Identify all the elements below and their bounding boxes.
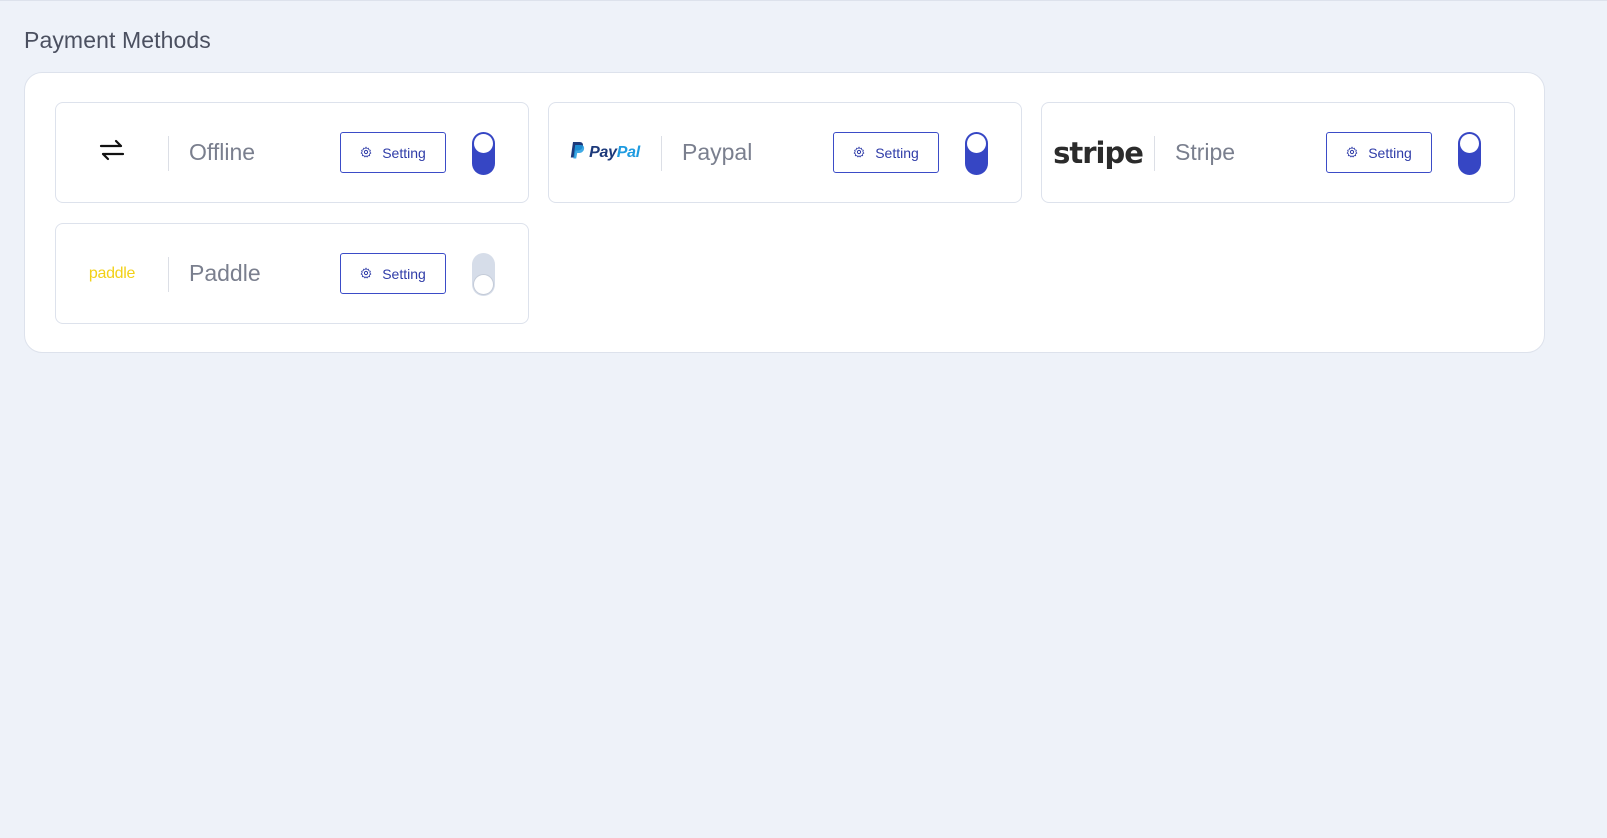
paypal-logo-text-pal: Pal	[616, 143, 640, 161]
gear-icon	[360, 145, 372, 161]
stripe-setting-button[interactable]: Setting	[1326, 132, 1432, 173]
swap-arrows-icon	[99, 139, 125, 166]
gear-icon	[853, 145, 865, 161]
divider	[168, 257, 169, 292]
method-name: Offline	[189, 139, 256, 165]
toggle-knob	[474, 134, 493, 153]
setting-button-label: Setting	[875, 144, 919, 161]
offline-enable-toggle[interactable]	[472, 132, 495, 175]
paddle-logo-text: paddle	[88, 264, 136, 282]
stripe-logo: stripe	[1042, 103, 1154, 202]
toggle-knob	[967, 134, 986, 153]
gear-icon	[1346, 145, 1358, 161]
divider	[168, 136, 169, 171]
payment-method-card-paypal: PayPal Paypal Setting	[548, 102, 1022, 203]
page-title: Payment Methods	[24, 27, 211, 53]
paddle-setting-button[interactable]: Setting	[340, 253, 446, 294]
setting-button-label: Setting	[1368, 144, 1412, 161]
paddle-enable-toggle[interactable]	[472, 253, 495, 296]
paddle-logo: paddle	[56, 224, 168, 323]
method-name: Paddle	[189, 260, 261, 286]
paypal-setting-button[interactable]: Setting	[833, 132, 939, 173]
stripe-enable-toggle[interactable]	[1458, 132, 1481, 175]
paypal-p-icon	[570, 141, 585, 164]
toggle-knob	[474, 275, 493, 294]
setting-button-label: Setting	[382, 144, 426, 161]
divider	[1154, 136, 1155, 171]
gear-icon	[360, 266, 372, 282]
payment-methods-panel: Offline Setting PayPal Paypal Setting st…	[24, 72, 1545, 353]
payment-method-card-paddle: paddle Paddle Setting	[55, 223, 529, 324]
toggle-knob	[1460, 134, 1479, 153]
stripe-logo-text: stripe	[1053, 135, 1144, 170]
setting-button-label: Setting	[382, 265, 426, 282]
payment-method-card-offline: Offline Setting	[55, 102, 529, 203]
paypal-logo-text-pay: Pay	[589, 143, 617, 161]
offline-logo	[56, 103, 168, 202]
method-name: Stripe	[1175, 139, 1236, 165]
payment-method-card-stripe: stripe Stripe Setting	[1041, 102, 1515, 203]
offline-setting-button[interactable]: Setting	[340, 132, 446, 173]
paypal-enable-toggle[interactable]	[965, 132, 988, 175]
method-name: Paypal	[682, 139, 753, 165]
paypal-logo: PayPal	[549, 103, 661, 202]
divider	[661, 136, 662, 171]
